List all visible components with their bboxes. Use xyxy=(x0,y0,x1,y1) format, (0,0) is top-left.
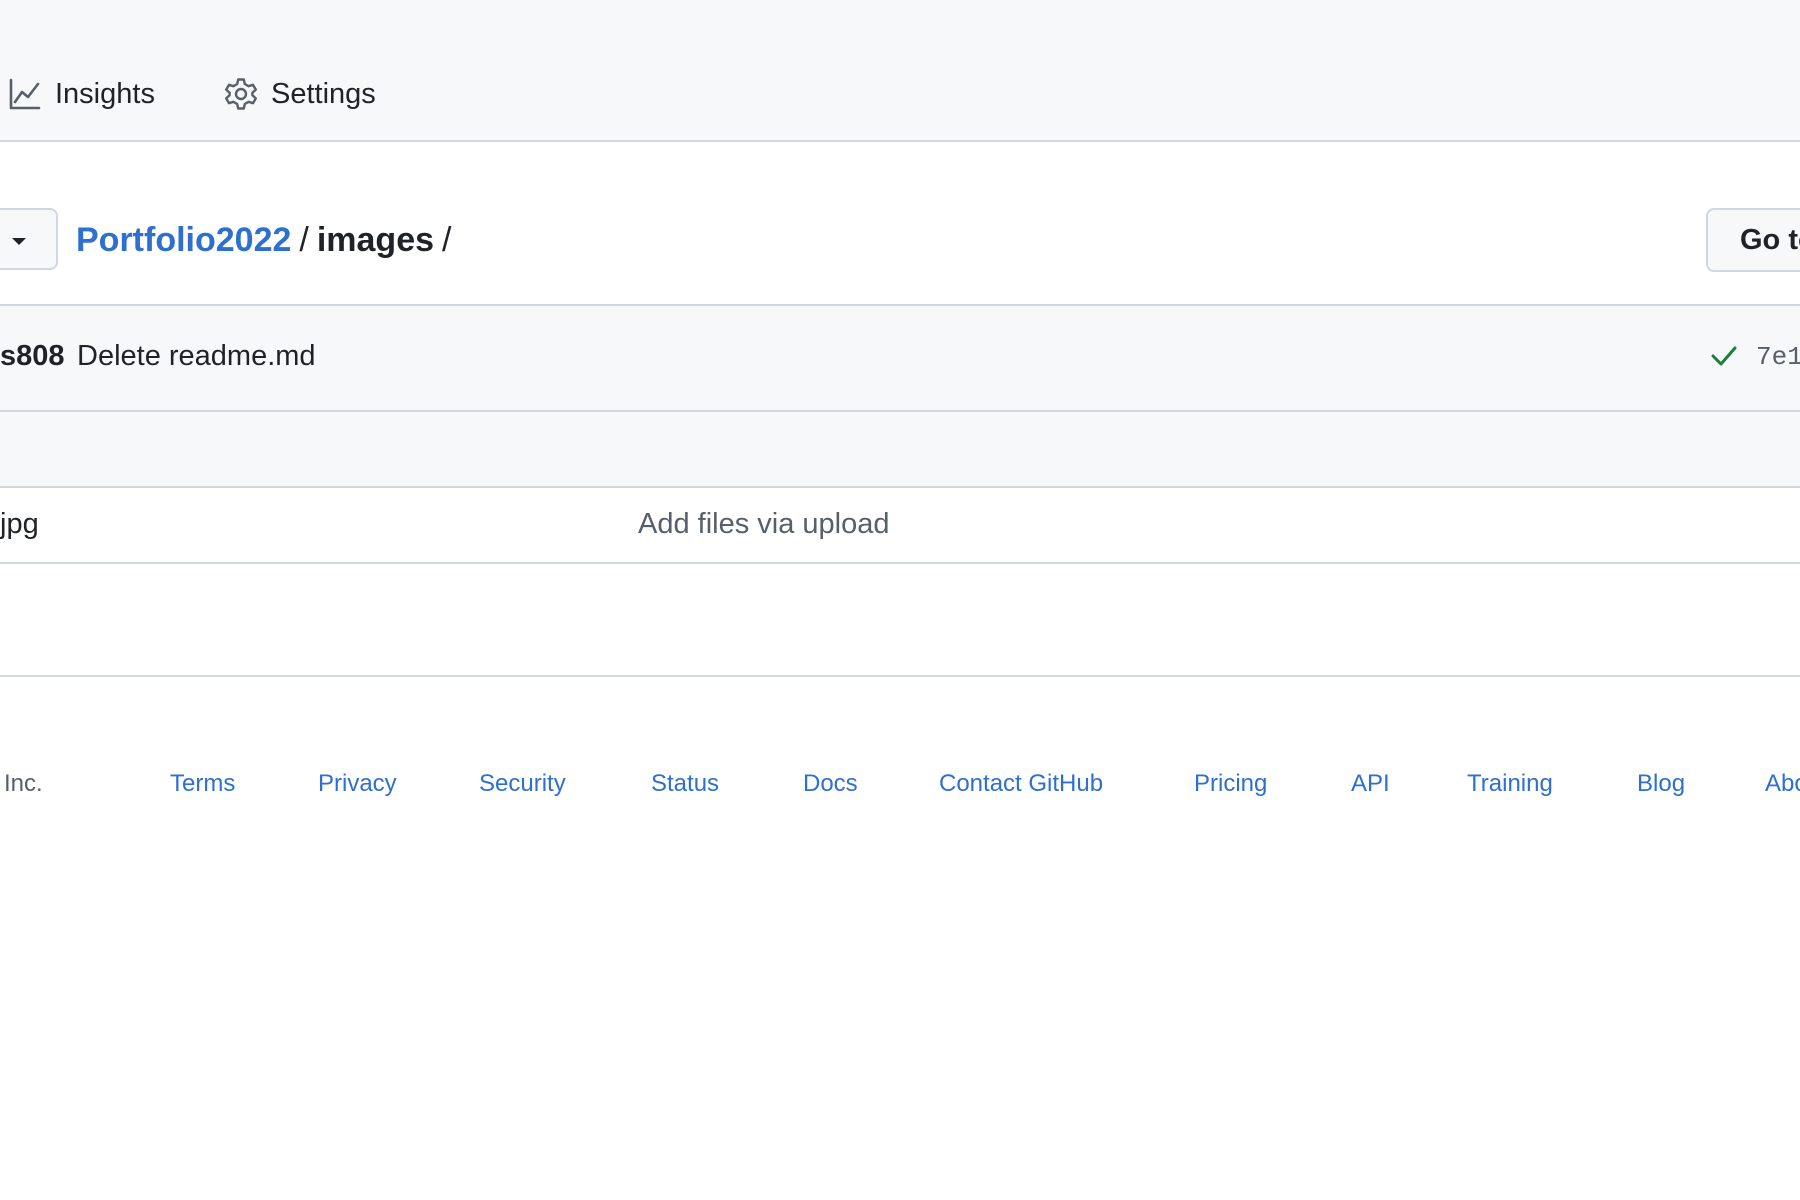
commit-author-link[interactable]: s808 xyxy=(0,340,65,373)
file-table-parent-row[interactable] xyxy=(0,412,1800,488)
footer-copyright: Inc. xyxy=(4,770,43,797)
footer-divider xyxy=(0,675,1800,677)
footer-link-status[interactable]: Status xyxy=(651,770,719,798)
tab-settings[interactable]: Settings xyxy=(224,72,376,116)
go-to-file-button[interactable]: Go to xyxy=(1706,208,1800,272)
tab-settings-label: Settings xyxy=(271,77,376,110)
breadcrumb-trailing-separator: / xyxy=(442,220,452,259)
footer-link-privacy[interactable]: Privacy xyxy=(318,770,397,798)
table-row[interactable]: jpg Add files via upload xyxy=(0,488,1800,564)
footer-link-docs[interactable]: Docs xyxy=(803,770,858,798)
breadcrumb-current-folder: images xyxy=(316,220,435,259)
footer-link-blog[interactable]: Blog xyxy=(1637,770,1685,798)
graph-icon xyxy=(8,77,42,111)
breadcrumb-separator: / xyxy=(299,220,309,259)
branch-select-button[interactable] xyxy=(0,208,58,270)
tab-insights[interactable]: Insights xyxy=(8,72,155,116)
footer-link-about[interactable]: Abo xyxy=(1765,770,1800,798)
latest-commit-bar: s808 Delete readme.md 7e1 xyxy=(0,304,1800,412)
footer-link-contact-github[interactable]: Contact GitHub xyxy=(939,770,1103,798)
breadcrumb: Portfolio2022 / images / xyxy=(76,218,459,262)
commit-message-link[interactable]: Delete readme.md xyxy=(77,340,316,373)
footer-link-terms[interactable]: Terms xyxy=(170,770,235,798)
file-name-link[interactable]: jpg xyxy=(0,508,39,541)
footer-link-training[interactable]: Training xyxy=(1467,770,1553,798)
file-commit-message-link[interactable]: Add files via upload xyxy=(638,508,890,541)
check-icon[interactable] xyxy=(1710,342,1738,375)
commit-sha-link[interactable]: 7e1 xyxy=(1756,342,1800,372)
repo-nav: Insights Settings xyxy=(0,0,1800,142)
footer-link-security[interactable]: Security xyxy=(479,770,566,798)
footer-link-api[interactable]: API xyxy=(1351,770,1390,798)
caret-down-icon xyxy=(12,238,26,245)
gear-icon xyxy=(224,77,258,111)
tab-insights-label: Insights xyxy=(55,77,155,110)
footer-link-pricing[interactable]: Pricing xyxy=(1194,770,1267,798)
breadcrumb-repo-link[interactable]: Portfolio2022 xyxy=(76,221,291,260)
